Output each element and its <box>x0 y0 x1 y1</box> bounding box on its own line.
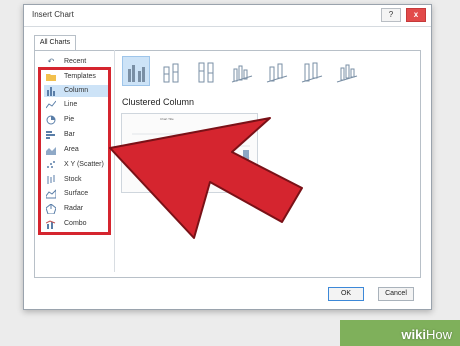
screen: Insert Chart ? x All Charts ↶ Recent Tem… <box>0 0 460 346</box>
watermark-brand-2: How <box>425 327 452 342</box>
ok-button[interactable]: OK <box>328 287 364 301</box>
cancel-button[interactable]: Cancel <box>378 287 414 301</box>
wikihow-watermark: wikiHow <box>401 327 452 342</box>
watermark-brand: wiki <box>401 327 426 342</box>
